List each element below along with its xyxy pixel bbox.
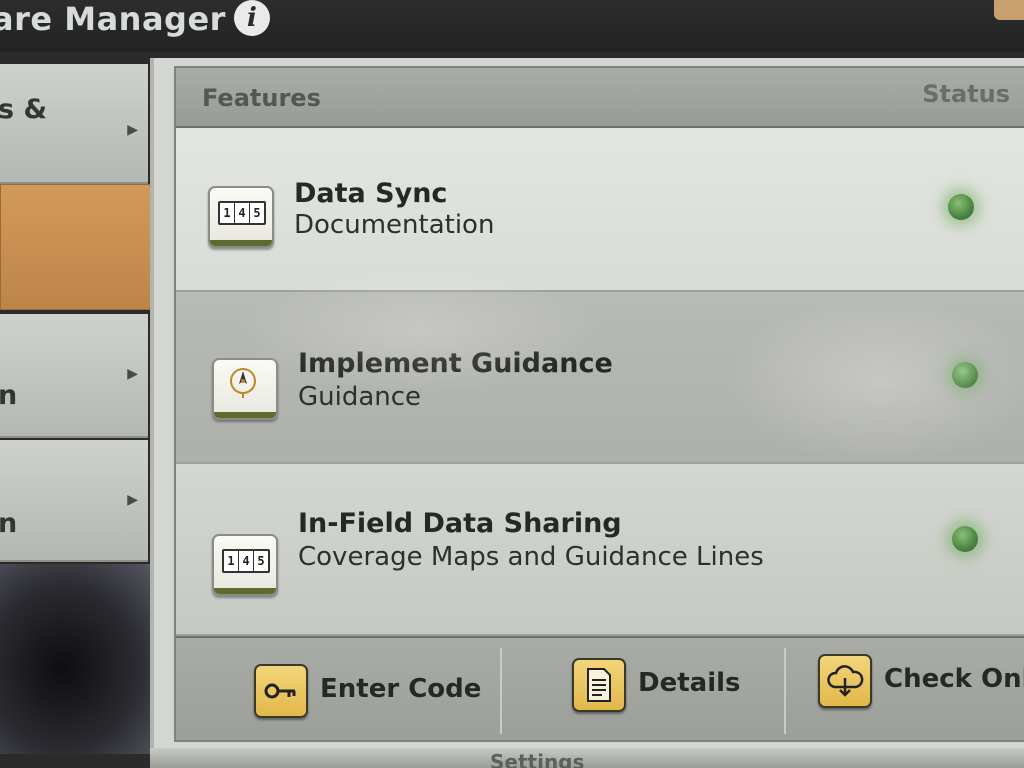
nav-tab-label: n xyxy=(0,380,17,411)
nav-tab-active[interactable] xyxy=(0,184,168,310)
counter-icon: 1 4 5 xyxy=(212,534,278,596)
column-header-status: Status xyxy=(922,80,1010,108)
counter-digit: 1 xyxy=(220,203,235,223)
counter-glyph: 1 4 5 xyxy=(222,549,270,573)
details-label: Details xyxy=(638,668,741,698)
counter-digit: 4 xyxy=(239,551,254,571)
status-indicator-icon xyxy=(952,362,978,388)
check-online-label: Check Onli xyxy=(884,664,1024,694)
feature-row-implement-guidance[interactable]: Implement Guidance Guidance xyxy=(176,292,1024,464)
nav-empty-area xyxy=(0,564,158,754)
title-bar: are Manager i xyxy=(0,0,1024,52)
counter-digit: 5 xyxy=(257,554,265,568)
document-glyph xyxy=(587,668,611,702)
column-header-features: Features xyxy=(202,84,321,112)
feature-subtitle: Documentation xyxy=(294,210,495,240)
enter-code-label: Enter Code xyxy=(320,674,482,704)
status-indicator-icon xyxy=(952,526,978,552)
icon-bar xyxy=(210,240,272,246)
compass-glyph xyxy=(230,368,256,398)
divider xyxy=(784,648,786,734)
cloud-download-icon xyxy=(818,654,872,708)
counter-icon: 1 4 5 xyxy=(208,186,274,248)
bottom-tab-strip: Settings xyxy=(150,748,1024,768)
corner-indicator xyxy=(994,0,1024,20)
feature-subtitle: Coverage Maps and Guidance Lines xyxy=(298,542,764,572)
features-list-panel: Features Status 1 4 5 Data Sync Document… xyxy=(174,66,1024,742)
chevron-right-icon: ▶ xyxy=(127,492,138,508)
chevron-right-icon: ▶ xyxy=(127,122,138,138)
nav-tab-label: s & xyxy=(0,94,48,125)
cloud-download-glyph xyxy=(827,665,864,697)
counter-digit: 4 xyxy=(235,203,250,223)
divider xyxy=(500,648,502,734)
key-icon xyxy=(254,664,308,718)
feature-subtitle: Guidance xyxy=(298,382,422,412)
action-bar: Enter Code Details Check Onli xyxy=(176,636,1024,740)
status-indicator-icon xyxy=(948,194,974,220)
icon-bar xyxy=(214,412,276,418)
nav-tab-3[interactable]: n ▶ xyxy=(0,314,148,438)
feature-row-in-field-data-sharing[interactable]: 1 4 5 In-Field Data Sharing Coverage Map… xyxy=(176,464,1024,636)
main-panel: Features Status 1 4 5 Data Sync Document… xyxy=(150,58,1024,748)
document-icon xyxy=(572,658,626,712)
details-button[interactable]: Details xyxy=(572,654,772,714)
feature-title: Implement Guidance xyxy=(298,348,613,379)
counter-digit: 1 xyxy=(224,551,239,571)
chevron-right-icon: ▶ xyxy=(127,366,138,382)
bottom-tab-label[interactable]: Settings xyxy=(490,750,584,768)
counter-glyph: 1 4 5 xyxy=(218,201,266,225)
counter-digit: 5 xyxy=(253,206,261,220)
screen: are Manager i s & ▶ n ▶ n xyxy=(0,0,1024,768)
active-tab-shape xyxy=(0,184,168,310)
compass-icon xyxy=(212,358,278,420)
info-icon[interactable]: i xyxy=(234,0,270,36)
feature-row-data-sync[interactable]: 1 4 5 Data Sync Documentation xyxy=(176,128,1024,292)
check-online-button[interactable]: Check Onli xyxy=(818,650,1024,710)
list-header: Features Status xyxy=(176,68,1024,128)
icon-bar xyxy=(214,588,276,594)
feature-title: In-Field Data Sharing xyxy=(298,508,622,539)
nav-tab-1[interactable]: s & ▶ xyxy=(0,64,148,184)
app-title: are Manager xyxy=(0,0,226,38)
left-navigation: s & ▶ n ▶ n ▶ xyxy=(0,56,170,756)
nav-tab-label: n xyxy=(0,508,17,539)
key-glyph xyxy=(264,683,296,699)
nav-tab-4[interactable]: n ▶ xyxy=(0,440,148,562)
enter-code-button[interactable]: Enter Code xyxy=(254,660,494,720)
